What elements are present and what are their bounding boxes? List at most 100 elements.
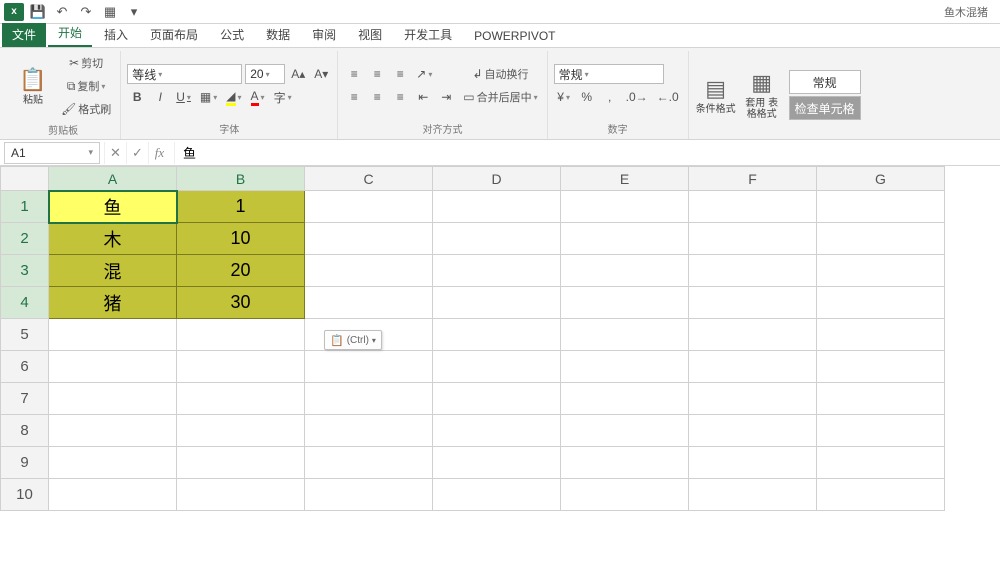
cut-button[interactable]: ✂剪切 — [58, 53, 114, 73]
cell-C1[interactable] — [305, 191, 433, 223]
cell-E6[interactable] — [561, 351, 689, 383]
increase-font-icon[interactable]: A▴ — [288, 64, 308, 84]
phonetic-button[interactable]: 字 — [271, 87, 295, 107]
merge-center-button[interactable]: ▭合并后居中 — [460, 87, 540, 107]
cell-A7[interactable] — [49, 383, 177, 415]
cell-C8[interactable] — [305, 415, 433, 447]
cell-C4[interactable] — [305, 287, 433, 319]
spreadsheet-grid[interactable]: A B C D E F G 1 鱼 1 2 木 10 3 混 20 4 猪 — [0, 166, 1000, 574]
cell-F6[interactable] — [689, 351, 817, 383]
cell-D9[interactable] — [433, 447, 561, 479]
tab-powerpivot[interactable]: POWERPIVOT — [464, 26, 565, 47]
cell-F8[interactable] — [689, 415, 817, 447]
cell-E3[interactable] — [561, 255, 689, 287]
cell-C9[interactable] — [305, 447, 433, 479]
bold-button[interactable]: B — [127, 87, 147, 107]
tab-review[interactable]: 审阅 — [302, 23, 346, 47]
indent-increase-icon[interactable]: ⇥ — [436, 87, 456, 107]
indent-decrease-icon[interactable]: ⇤ — [413, 87, 433, 107]
cell-E9[interactable] — [561, 447, 689, 479]
cell-A5[interactable] — [49, 319, 177, 351]
cell-G1[interactable] — [817, 191, 945, 223]
col-header-C[interactable]: C — [305, 167, 433, 191]
cell-A10[interactable] — [49, 479, 177, 511]
tab-file[interactable]: 文件 — [2, 23, 46, 47]
row-header-1[interactable]: 1 — [1, 191, 49, 223]
cell-E4[interactable] — [561, 287, 689, 319]
cell-B6[interactable] — [177, 351, 305, 383]
cell-B5[interactable] — [177, 319, 305, 351]
cell-A8[interactable] — [49, 415, 177, 447]
row-header-7[interactable]: 7 — [1, 383, 49, 415]
cell-style-check[interactable]: 检查单元格 — [789, 96, 861, 120]
tab-formulas[interactable]: 公式 — [210, 23, 254, 47]
format-as-table-button[interactable]: ▦ 套用 表格格式 — [741, 60, 783, 130]
cell-B2[interactable]: 10 — [177, 223, 305, 255]
cell-D1[interactable] — [433, 191, 561, 223]
row-header-8[interactable]: 8 — [1, 415, 49, 447]
cell-G2[interactable] — [817, 223, 945, 255]
tab-developer[interactable]: 开发工具 — [394, 23, 462, 47]
format-painter-button[interactable]: 🖌格式刷 — [58, 99, 114, 119]
qat-more-icon[interactable]: ▾ — [124, 2, 144, 22]
cell-B1[interactable]: 1 — [177, 191, 305, 223]
paste-options-tag[interactable]: 📋 (Ctrl) ▾ — [324, 330, 382, 350]
col-header-G[interactable]: G — [817, 167, 945, 191]
save-icon[interactable]: 💾 — [28, 2, 48, 22]
cell-D3[interactable] — [433, 255, 561, 287]
row-header-10[interactable]: 10 — [1, 479, 49, 511]
row-header-6[interactable]: 6 — [1, 351, 49, 383]
tab-home[interactable]: 开始 — [48, 21, 92, 47]
qat-preview-icon[interactable]: ▦ — [100, 2, 120, 22]
cell-style-normal[interactable]: 常规 — [789, 70, 861, 94]
fx-icon[interactable]: fx — [148, 142, 170, 164]
decrease-font-icon[interactable]: A▾ — [311, 64, 331, 84]
cell-D4[interactable] — [433, 287, 561, 319]
cell-A4[interactable]: 猪 — [49, 287, 177, 319]
col-header-F[interactable]: F — [689, 167, 817, 191]
redo-icon[interactable]: ↷ — [76, 2, 96, 22]
cell-A9[interactable] — [49, 447, 177, 479]
col-header-D[interactable]: D — [433, 167, 561, 191]
cell-C2[interactable] — [305, 223, 433, 255]
cell-E7[interactable] — [561, 383, 689, 415]
italic-button[interactable]: I — [150, 87, 170, 107]
cell-E1[interactable] — [561, 191, 689, 223]
cell-F9[interactable] — [689, 447, 817, 479]
cell-G7[interactable] — [817, 383, 945, 415]
cell-C10[interactable] — [305, 479, 433, 511]
cell-F5[interactable] — [689, 319, 817, 351]
wrap-text-button[interactable]: ↲自动换行 — [460, 64, 540, 84]
row-header-3[interactable]: 3 — [1, 255, 49, 287]
align-right-icon[interactable]: ≡ — [390, 87, 410, 107]
name-box[interactable]: A1 ▾ — [4, 142, 100, 164]
col-header-E[interactable]: E — [561, 167, 689, 191]
align-top-icon[interactable]: ≡ — [344, 64, 364, 84]
align-left-icon[interactable]: ≡ — [344, 87, 364, 107]
confirm-edit-icon[interactable]: ✓ — [126, 142, 148, 164]
cell-A2[interactable]: 木 — [49, 223, 177, 255]
select-all-corner[interactable] — [1, 167, 49, 191]
cell-D2[interactable] — [433, 223, 561, 255]
align-middle-icon[interactable]: ≡ — [367, 64, 387, 84]
cell-E5[interactable] — [561, 319, 689, 351]
cell-F1[interactable] — [689, 191, 817, 223]
cell-A6[interactable] — [49, 351, 177, 383]
conditional-format-button[interactable]: ▤ 条件格式 — [695, 60, 737, 130]
cell-B4[interactable]: 30 — [177, 287, 305, 319]
cell-D5[interactable] — [433, 319, 561, 351]
cell-D10[interactable] — [433, 479, 561, 511]
cell-D6[interactable] — [433, 351, 561, 383]
decrease-decimal-button[interactable]: ←.0 — [654, 87, 682, 107]
cell-A3[interactable]: 混 — [49, 255, 177, 287]
fill-color-button[interactable]: ◢ — [223, 87, 244, 107]
tab-insert[interactable]: 插入 — [94, 23, 138, 47]
cell-C3[interactable] — [305, 255, 433, 287]
cell-E2[interactable] — [561, 223, 689, 255]
cell-G5[interactable] — [817, 319, 945, 351]
cell-E10[interactable] — [561, 479, 689, 511]
font-color-button[interactable]: A — [248, 87, 268, 107]
percent-button[interactable]: % — [577, 87, 597, 107]
cell-C7[interactable] — [305, 383, 433, 415]
border-button[interactable]: ▦ — [197, 87, 220, 107]
